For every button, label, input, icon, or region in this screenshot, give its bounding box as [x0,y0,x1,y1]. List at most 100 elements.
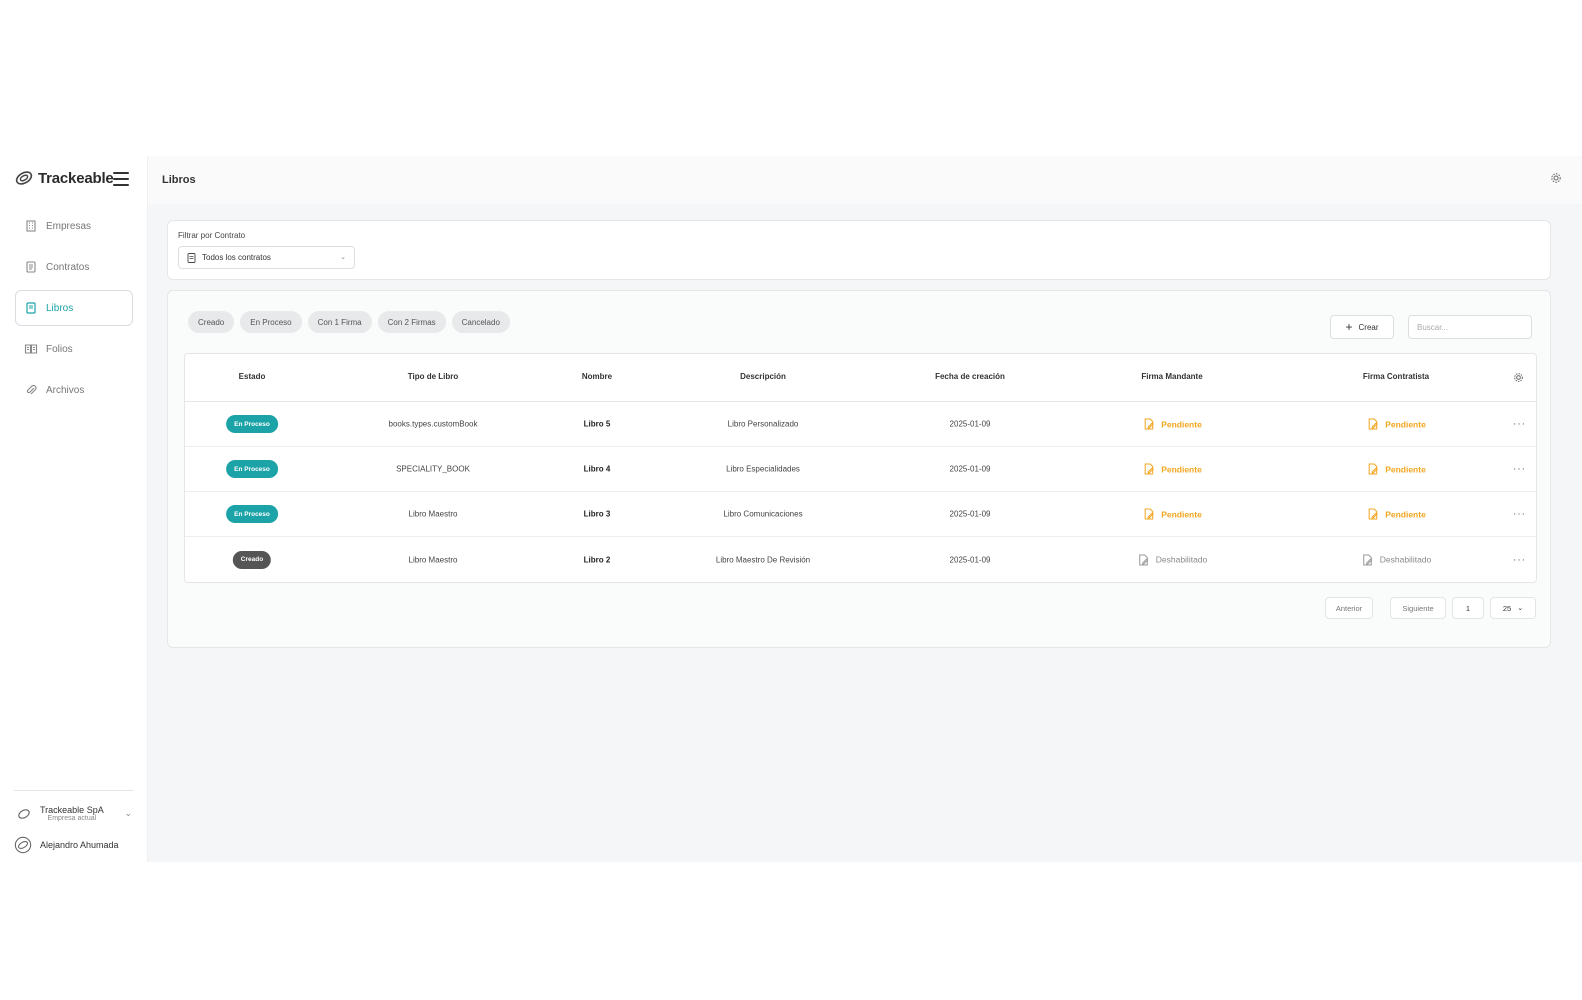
cell-tipo: books.types.customBook [388,419,478,429]
signature-mandante[interactable]: Pendiente [1142,418,1202,431]
sidebar-item-folios[interactable]: Folios [15,331,133,367]
row-actions-ellipsis-icon[interactable]: ··· [1513,509,1526,520]
cell-tipo: SPECIALITY_BOOK [396,464,470,474]
table-row[interactable]: Creado Libro Maestro Libro 2 Libro Maestro … [185,537,1536,582]
signature-contratista[interactable]: Pendiente [1366,508,1426,521]
row-actions-ellipsis-icon[interactable]: ··· [1513,554,1526,565]
next-page-button[interactable]: Siguiente [1390,597,1446,619]
sidebar-nav: Empresas Contratos Libros Folios Archivo… [15,208,133,413]
settings-gear-icon[interactable] [1550,172,1562,184]
column-header-firma-contratista[interactable]: Firma Contratista [1363,372,1429,381]
row-actions-ellipsis-icon[interactable]: ··· [1513,464,1526,475]
edit-document-icon [1361,553,1374,566]
signature-status-label: Deshabilitado [1379,554,1432,565]
status-badge: Creado [232,550,272,569]
edit-document-icon [1366,508,1379,521]
chip-cancelado[interactable]: Cancelado [451,311,510,333]
search-input[interactable] [1408,315,1532,339]
signature-contratista[interactable]: Pendiente [1366,463,1426,476]
column-header-tipo[interactable]: Tipo de Libro [408,372,459,381]
company-logo-icon [18,808,30,819]
signature-mandante[interactable]: Pendiente [1142,508,1202,521]
topbar: Libros [148,156,1582,204]
contract-filter-select[interactable]: Todos los contratos ⌄ [178,246,355,269]
signature-mandante: Deshabilitado [1137,553,1208,566]
table-body: En Proceso books.types.customBook Libro 5 L… [185,402,1536,582]
contract-filter-value: Todos los contratos [202,253,271,262]
avatar [14,836,32,854]
menu-toggle-icon[interactable] [113,172,129,186]
plus-icon: + [1345,320,1353,334]
filter-card: Filtrar por Contrato Todos los contratos… [167,220,1551,280]
create-button-label: Crear [1358,322,1379,332]
edit-document-icon [1142,463,1155,476]
signature-contratista: Deshabilitado [1361,553,1432,566]
cell-fecha: 2025-01-09 [949,464,991,474]
folio-icon [24,344,38,354]
column-header-estado[interactable]: Estado [239,372,266,381]
sidebar: Trackeable Empresas Contratos Libros Fol… [0,156,148,862]
column-header-fecha[interactable]: Fecha de creación [935,372,1005,381]
signature-status-label: Pendiente [1385,419,1426,429]
chip-en-proceso[interactable]: En Proceso [240,311,302,333]
signature-status-label: Pendiente [1161,419,1202,429]
page-size-select[interactable]: 25 ⌄ [1490,597,1536,619]
sidebar-item-archivos[interactable]: Archivos [15,372,133,408]
column-header-firma-mandante[interactable]: Firma Mandante [1141,372,1202,381]
status-badge-cell: En Proceso [226,460,278,478]
signature-status-label: Pendiente [1385,509,1426,519]
books-list-card: Creado En Proceso Con 1 Firma Con 2 Firm… [167,290,1551,648]
chevron-down-icon: ⌄ [1517,605,1524,612]
column-header-nombre[interactable]: Nombre [582,372,612,381]
row-actions-ellipsis-icon[interactable]: ··· [1513,419,1526,430]
table-row[interactable]: En Proceso SPECIALITY_BOOK Libro 4 Libro Es… [185,447,1536,492]
signature-status-label: Deshabilitado [1155,554,1208,565]
company-switcher[interactable]: Trackeable SpA Empresa actual ⌄ [14,801,134,826]
sidebar-item-label: Libros [46,302,74,314]
cell-nombre: Libro 3 [583,509,611,519]
status-badge: En Proceso [226,460,278,478]
company-name: Trackeable SpA [40,805,104,815]
brand-logo[interactable]: Trackeable [14,168,114,188]
sidebar-footer: Trackeable SpA Empresa actual ⌄ Alejandr… [14,790,134,854]
signature-status-label: Pendiente [1385,464,1426,474]
table-row[interactable]: En Proceso Libro Maestro Libro 3 Libro Comu… [185,492,1536,537]
cell-tipo: Libro Maestro [408,509,458,519]
chip-con-2-firmas[interactable]: Con 2 Firmas [377,311,446,333]
cell-nombre: Libro 4 [583,464,611,474]
cell-descripcion: Libro Comunicaciones [723,509,803,519]
user-name: Alejandro Ahumada [40,840,119,850]
signature-mandante[interactable]: Pendiente [1142,463,1202,476]
table-header: Estado Tipo de Libro Nombre Descripción … [185,354,1536,402]
status-badge: En Proceso [226,505,278,523]
chip-creado[interactable]: Creado [188,311,235,333]
table-row[interactable]: En Proceso books.types.customBook Libro 5 L… [185,402,1536,447]
cell-fecha: 2025-01-09 [949,419,991,429]
sidebar-item-label: Archivos [46,384,85,396]
prev-page-button[interactable]: Anterior [1325,597,1373,619]
create-button[interactable]: + Crear [1330,315,1394,339]
document-icon [187,252,196,263]
column-settings-gear-icon[interactable] [1513,372,1524,383]
building-icon [26,220,36,232]
edit-document-icon [1366,463,1379,476]
chip-con-1-firma[interactable]: Con 1 Firma [307,311,372,333]
status-badge: En Proceso [226,415,278,433]
sidebar-item-empresas[interactable]: Empresas [15,208,133,244]
edit-document-icon [1366,418,1379,431]
sidebar-item-libros[interactable]: Libros [15,290,133,326]
chevron-down-icon: ⌄ [124,808,132,818]
cell-descripcion: Libro Especialidades [726,464,800,474]
sidebar-item-contratos[interactable]: Contratos [15,249,133,285]
cell-nombre: Libro 2 [583,555,611,564]
page-number[interactable]: 1 [1452,597,1484,619]
user-profile[interactable]: Alejandro Ahumada [14,826,134,854]
status-badge-cell: En Proceso [226,505,278,523]
edit-document-icon [1137,553,1150,566]
cell-nombre: Libro 5 [583,419,611,429]
edit-document-icon [1142,508,1155,521]
signature-contratista[interactable]: Pendiente [1366,418,1426,431]
cell-descripcion: Libro Personalizado [727,419,799,429]
status-badge-cell: Creado [232,550,272,569]
column-header-descripcion[interactable]: Descripción [740,372,786,381]
